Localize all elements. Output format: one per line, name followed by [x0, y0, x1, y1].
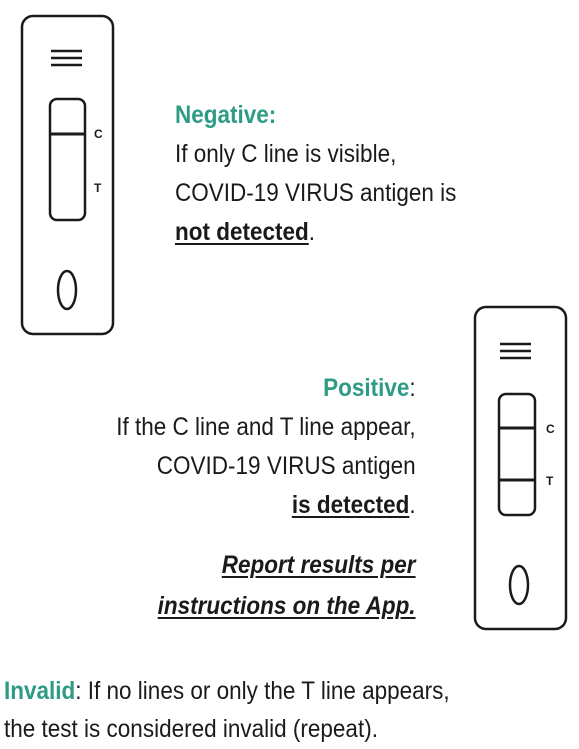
positive-heading: Positive: [323, 374, 410, 402]
result-window: [48, 97, 87, 222]
positive-cassette-drawing: C T: [473, 305, 568, 631]
invalid-line-2: the test is considered invalid (repeat).: [4, 715, 378, 743]
grip-lines-icon: [500, 342, 531, 360]
report-line-1: Report results per: [222, 551, 416, 579]
c-line-label: C: [94, 127, 103, 141]
result-window: [497, 392, 537, 517]
positive-heading-colon: :: [409, 374, 416, 402]
c-line-label: C: [546, 422, 555, 436]
cassette-body: [473, 305, 568, 631]
invalid-result-description: Invalid: If no lines or only the T line …: [4, 672, 450, 748]
sample-well: [56, 269, 78, 311]
grip-lines-icon: [51, 49, 82, 67]
sample-well: [508, 564, 530, 606]
t-line-label: T: [94, 181, 102, 195]
positive-line-2: COVID-19 VIRUS antigen: [157, 452, 416, 480]
invalid-line-1: : If no lines or only the T line appears…: [75, 677, 450, 705]
report-line-2: instructions on the App.: [158, 592, 416, 620]
negative-line-1: If only C line is visible,: [175, 140, 397, 168]
positive-line-1: If the C line and T line appear,: [116, 413, 416, 441]
positive-emphasis: is detected: [292, 491, 410, 519]
report-instruction: Report results per instructions on the A…: [158, 545, 416, 627]
negative-period: .: [308, 218, 316, 246]
negative-cassette-drawing: C T: [20, 14, 115, 336]
positive-result-description: Positive: If the C line and T line appea…: [117, 369, 416, 525]
positive-test-cassette: C T: [473, 305, 568, 631]
negative-result-description: Negative: If only C line is visible, COV…: [175, 96, 456, 252]
negative-heading: Negative:: [175, 101, 277, 129]
negative-line-2: COVID-19 VIRUS antigen is: [175, 179, 457, 207]
t-line-label: T: [546, 474, 554, 488]
invalid-heading: Invalid: [4, 677, 76, 705]
negative-emphasis: not detected: [175, 218, 309, 246]
positive-period: .: [409, 491, 416, 519]
negative-test-cassette: C T: [20, 14, 115, 336]
cassette-body: [20, 14, 115, 336]
